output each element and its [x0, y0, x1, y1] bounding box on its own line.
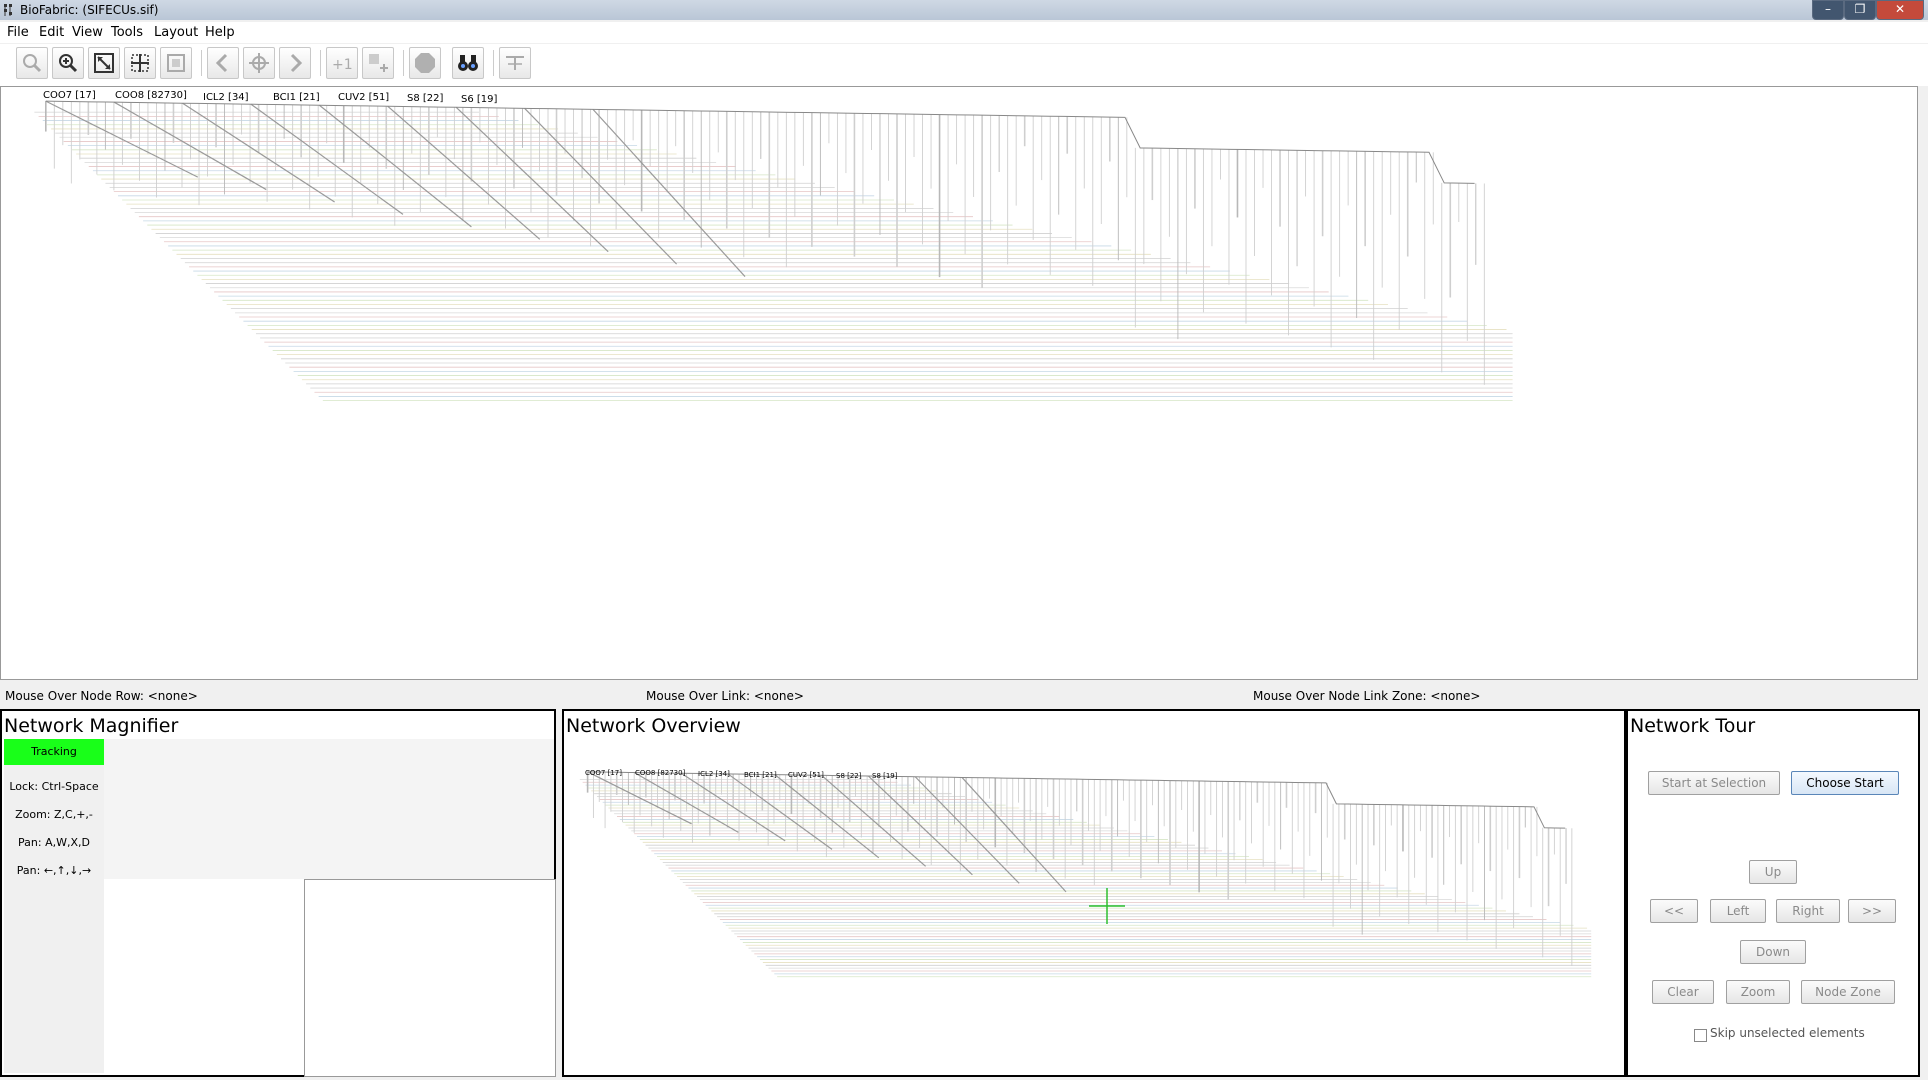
- fabric-diagonal: [524, 107, 678, 265]
- overview-title: Network Overview: [566, 715, 741, 737]
- network-overview-panel: Network Overview COO7 [17] COO8 [82730] …: [562, 709, 1626, 1077]
- tour-settings-button[interactable]: [499, 47, 531, 79]
- clear-selections-button[interactable]: [362, 47, 394, 79]
- lock-hint: Lock: Ctrl-Space: [9, 780, 99, 793]
- stop-button[interactable]: [409, 47, 441, 79]
- binoculars-icon: [458, 55, 478, 71]
- menu-layout[interactable]: Layout: [154, 25, 198, 40]
- menu-tools[interactable]: Tools: [111, 25, 143, 40]
- pan-center-icon: [249, 53, 269, 73]
- biofabric-network-main: [34, 100, 1513, 402]
- zoom-out-button[interactable]: [16, 47, 48, 79]
- node-label-main: COO8 [82730]: [115, 90, 187, 101]
- menu-edit[interactable]: Edit: [39, 25, 64, 40]
- svg-text:+1°: +1°: [332, 57, 353, 73]
- status-row: Mouse Over Node Row: <none> Mouse Over L…: [0, 684, 1928, 708]
- up-button[interactable]: Up: [1749, 860, 1797, 884]
- forward-button[interactable]: [279, 47, 311, 79]
- minimize-button[interactable]: –: [1812, 0, 1844, 20]
- node-labels-main: COO7 [17] COO8 [82730] ICL2 [34] BCI1 [2…: [43, 90, 498, 105]
- zoom-button[interactable]: Zoom: [1726, 980, 1790, 1004]
- skip-unselected-label: Skip unselected elements: [1710, 1026, 1865, 1040]
- toolbar-separator: [493, 50, 494, 76]
- magnifier-area: [104, 739, 554, 879]
- previous-button[interactable]: <<: [1650, 899, 1698, 923]
- magnifier-title: Network Magnifier: [4, 715, 179, 737]
- zoom-to-rect-icon: [167, 54, 185, 72]
- zoom-to-selection-button[interactable]: [124, 47, 156, 79]
- title-bar: BioFabric: (SIFECUs.sif) – ❐ ✕: [0, 0, 1928, 20]
- node-label-overview: BCI1 [21]: [744, 771, 777, 779]
- mouse-over-node-row: Mouse Over Node Row: <none>: [5, 689, 198, 703]
- layout-tree-icon: [506, 56, 524, 70]
- right-button[interactable]: Right: [1776, 899, 1840, 923]
- zoom-to-selection-icon: [131, 54, 149, 72]
- menu-help[interactable]: Help: [205, 25, 235, 40]
- next-button[interactable]: >>: [1848, 899, 1896, 923]
- plus-one-icon: +1°: [332, 57, 353, 73]
- node-zone-button[interactable]: Node Zone: [1801, 980, 1895, 1004]
- toolbar: +1°: [0, 44, 1928, 86]
- choose-start-button[interactable]: Choose Start: [1791, 771, 1899, 795]
- node-label-main: S8 [22]: [407, 93, 444, 104]
- network-magnifier-panel: Network Magnifier Tracking Lock: Ctrl-Sp…: [0, 709, 556, 1077]
- node-label-overview: COO8 [82730]: [635, 769, 686, 777]
- mouse-over-link: Mouse Over Link: <none>: [646, 689, 804, 703]
- toolbar-separator: [403, 50, 404, 76]
- close-button[interactable]: ✕: [1876, 0, 1924, 20]
- node-label-overview: COO7 [17]: [585, 769, 622, 777]
- zoom-out-icon: [23, 54, 42, 73]
- pan-keys-hint: Pan: A,W,X,D: [18, 836, 90, 849]
- mouse-over-link-zone: Mouse Over Node Link Zone: <none>: [1253, 689, 1481, 703]
- zoom-in-button[interactable]: [52, 47, 84, 79]
- zoom-hint: Zoom: Z,C,+,-: [15, 808, 93, 821]
- node-label-main: S6 [19]: [461, 94, 498, 105]
- tour-title: Network Tour: [1630, 715, 1756, 737]
- zoom-to-rect-button[interactable]: [160, 47, 192, 79]
- down-button[interactable]: Down: [1740, 940, 1806, 964]
- biofabric-app-icon: [4, 4, 12, 16]
- toolbar-separator: [320, 50, 321, 76]
- chevron-right-icon: [290, 53, 303, 73]
- node-label-overview: S8 [19]: [872, 772, 898, 780]
- back-button[interactable]: [207, 47, 239, 79]
- zoom-in-icon: [59, 54, 78, 73]
- node-label-overview: ICL2 [34]: [698, 770, 730, 778]
- left-button[interactable]: Left: [1710, 899, 1766, 923]
- zoom-to-model-button[interactable]: [88, 47, 120, 79]
- chevron-left-icon: [215, 53, 228, 73]
- clear-selection-icon: [369, 54, 388, 72]
- maximize-button[interactable]: ❐: [1844, 0, 1876, 20]
- network-canvas[interactable]: COO7 [17] COO8 [82730] ICL2 [34] BCI1 [2…: [0, 86, 1918, 680]
- window-title: BioFabric: (SIFECUs.sif): [20, 3, 159, 17]
- menu-view[interactable]: View: [72, 25, 103, 40]
- menu-file[interactable]: File: [7, 25, 29, 40]
- node-label-overview: S8 [22]: [836, 772, 862, 780]
- node-label-main: ICL2 [34]: [203, 92, 249, 103]
- node-labels-overview: COO7 [17] COO8 [82730] ICL2 [34] BCI1 [2…: [585, 769, 898, 780]
- node-label-main: COO7 [17]: [43, 90, 96, 101]
- skip-unselected-checkbox[interactable]: [1694, 1029, 1707, 1042]
- clear-button[interactable]: Clear: [1652, 980, 1714, 1004]
- magnifier-view[interactable]: [304, 879, 556, 1077]
- node-label-overview: CUV2 [51]: [788, 771, 824, 779]
- start-at-selection-button[interactable]: Start at Selection: [1648, 771, 1780, 795]
- search-button[interactable]: [452, 47, 484, 79]
- fabric-diagonal: [387, 105, 541, 240]
- pan-arrows-hint: Pan: ←,↑,↓,→: [16, 864, 92, 877]
- node-label-main: CUV2 [51]: [338, 92, 389, 103]
- tracking-indicator[interactable]: Tracking: [4, 739, 104, 765]
- network-tour-panel: Network Tour Start at Selection Choose S…: [1626, 709, 1920, 1077]
- fabric-diagonal: [821, 774, 926, 867]
- zoom-to-model-icon: [94, 53, 114, 73]
- toolbar-separator: [201, 50, 202, 76]
- center-on-selection-button[interactable]: [243, 47, 275, 79]
- menu-bar: File Edit View Tools Layout Help: [0, 22, 1928, 43]
- stop-icon: [415, 53, 435, 73]
- node-label-main: BCI1 [21]: [273, 92, 320, 103]
- crosshair-icon: [1089, 888, 1125, 924]
- add-first-neighbors-button[interactable]: +1°: [326, 47, 358, 79]
